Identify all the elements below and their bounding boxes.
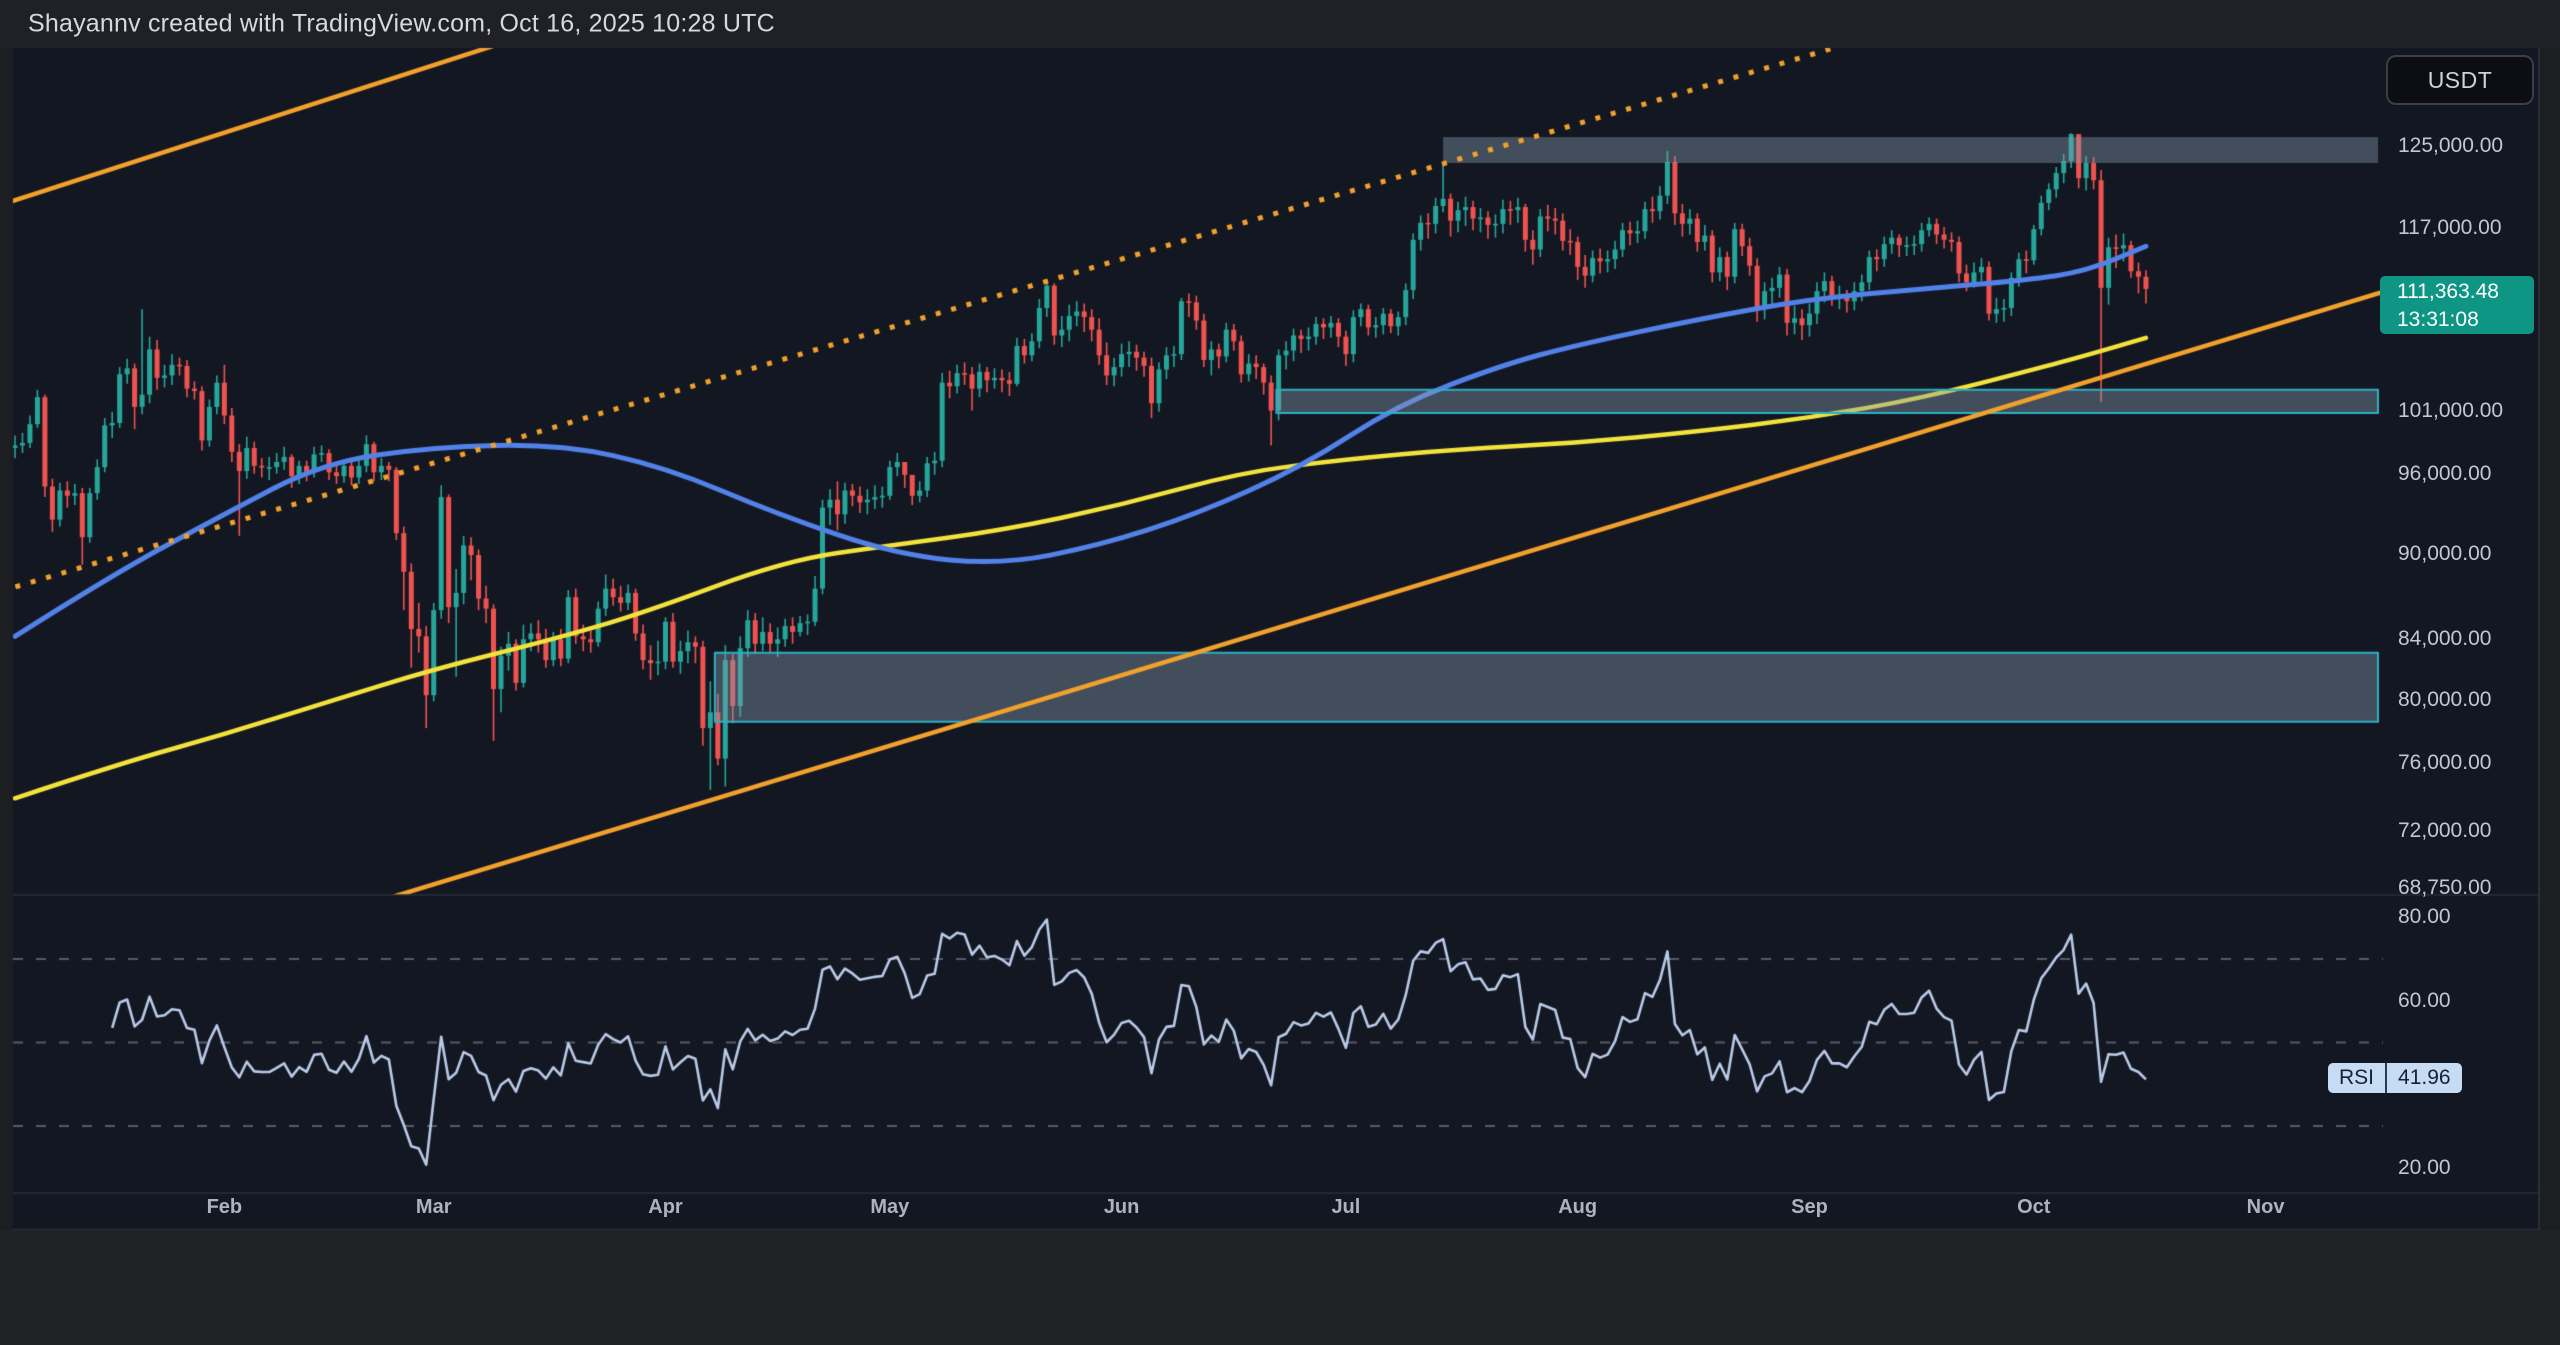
price-axis-label: 96,000.00 xyxy=(2398,462,2491,486)
last-price-value: 111,363.48 xyxy=(2397,278,2534,306)
price-axis-label: 84,000.00 xyxy=(2398,627,2491,651)
time-axis-month-label: Nov xyxy=(2247,1196,2285,1219)
tradingview-snapshot: Shayannv created with TradingView.com, O… xyxy=(0,0,2560,1345)
rsi-badge-value: 41.96 xyxy=(2387,1063,2462,1093)
time-axis-month-label: May xyxy=(870,1196,909,1219)
bar-close-countdown: 13:31:08 xyxy=(2397,306,2534,334)
candlestick-chart-canvas[interactable] xyxy=(0,0,2560,1345)
time-axis-month-label: Apr xyxy=(648,1196,682,1219)
price-axis-label: 68,750.00 xyxy=(2398,876,2491,900)
rsi-axis-label: 60.00 xyxy=(2398,989,2451,1013)
time-axis-month-label: Feb xyxy=(207,1196,243,1219)
price-axis-label: 76,000.00 xyxy=(2398,751,2491,775)
time-axis-month-label: Jul xyxy=(1331,1196,1360,1219)
price-axis-label: 90,000.00 xyxy=(2398,542,2491,566)
price-axis-label: 117,000.00 xyxy=(2398,216,2502,240)
time-axis-month-label: Aug xyxy=(1558,1196,1597,1219)
quote-currency-label: USDT xyxy=(2428,67,2493,94)
time-axis-month-label: Sep xyxy=(1791,1196,1828,1219)
last-price-badge: 111,363.48 13:31:08 xyxy=(2380,276,2534,334)
rsi-value-badge: RSI 41.96 xyxy=(2328,1063,2462,1093)
rsi-badge-label: RSI xyxy=(2328,1063,2385,1093)
time-axis-month-label: Mar xyxy=(416,1196,452,1219)
quote-currency-button[interactable]: USDT xyxy=(2386,55,2534,105)
rsi-axis-label: 20.00 xyxy=(2398,1156,2451,1180)
footer-bar: TradingView xyxy=(0,1230,2560,1345)
price-axis-label: 72,000.00 xyxy=(2398,819,2491,843)
price-axis-label: 125,000.00 xyxy=(2398,134,2503,158)
time-axis-month-label: Jun xyxy=(1104,1196,1140,1219)
rsi-axis-label: 80.00 xyxy=(2398,905,2451,929)
price-axis-label: 101,000.00 xyxy=(2398,399,2503,423)
time-axis-month-label: Oct xyxy=(2017,1196,2050,1219)
price-axis-label: 80,000.00 xyxy=(2398,688,2491,712)
